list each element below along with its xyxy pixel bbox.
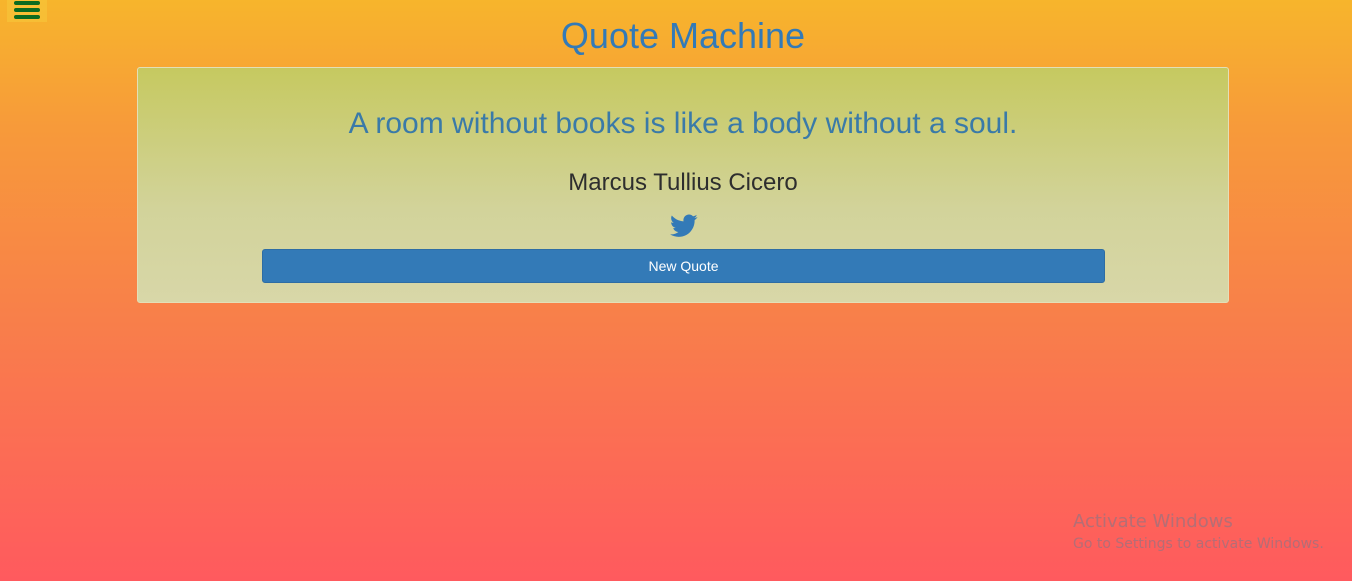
watermark-subtitle: Go to Settings to activate Windows. — [1073, 536, 1324, 552]
activate-windows-watermark: Activate Windows Go to Settings to activ… — [1073, 511, 1324, 553]
twitter-bird-icon — [670, 214, 698, 237]
quote-text: A room without books is like a body with… — [348, 107, 1018, 140]
quote-card: A room without books is like a body with… — [137, 67, 1229, 303]
menu-bar — [14, 1, 40, 5]
tweet-quote-link[interactable] — [670, 214, 698, 238]
page-title: Quote Machine — [560, 15, 806, 56]
new-quote-button[interactable]: New Quote — [262, 249, 1105, 283]
quote-author: Marcus Tullius Cicero — [568, 169, 798, 196]
watermark-title: Activate Windows — [1073, 511, 1233, 532]
menu-bar — [14, 8, 40, 12]
